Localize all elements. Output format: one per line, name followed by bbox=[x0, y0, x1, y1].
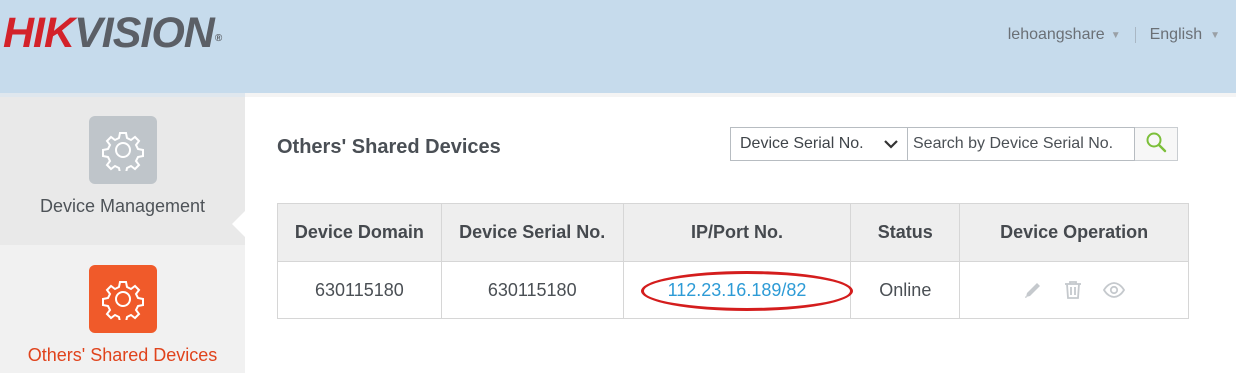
column-header-status: Status bbox=[850, 203, 961, 262]
user-menu: lehoangshare ▼ English ▼ bbox=[1008, 26, 1220, 44]
registered-mark: ® bbox=[214, 33, 222, 44]
sidebar-item-device-management[interactable]: Device Management bbox=[0, 116, 245, 246]
username-dropdown[interactable]: lehoangshare bbox=[1008, 26, 1105, 44]
caret-down-icon[interactable]: ▼ bbox=[1210, 30, 1220, 41]
view-icon[interactable] bbox=[1102, 279, 1126, 301]
search-filter-value: Device Serial No. bbox=[740, 135, 864, 152]
search-button[interactable] bbox=[1135, 127, 1178, 161]
column-header-device-operation: Device Operation bbox=[959, 203, 1189, 262]
column-header-ip-port: IP/Port No. bbox=[622, 203, 852, 262]
search-filter-dropdown[interactable]: Device Serial No. bbox=[730, 127, 907, 161]
operation-buttons bbox=[960, 279, 1188, 301]
table-header-row: Device Domain Device Serial No. IP/Port … bbox=[277, 203, 1189, 262]
page-title: Others' Shared Devices bbox=[277, 136, 501, 158]
column-header-device-domain: Device Domain bbox=[277, 203, 442, 262]
search-bar: Device Serial No. bbox=[730, 127, 1178, 161]
shared-devices-table: Device Domain Device Serial No. IP/Port … bbox=[277, 203, 1189, 319]
edit-icon[interactable] bbox=[1022, 279, 1044, 301]
caret-down-icon[interactable]: ▼ bbox=[1111, 30, 1121, 41]
ip-port-link[interactable]: 112.23.16.189/82 bbox=[668, 280, 807, 300]
cell-ip-port: 112.23.16.189/82 bbox=[622, 261, 853, 319]
search-icon bbox=[1145, 131, 1167, 158]
search-input[interactable] bbox=[907, 127, 1135, 161]
active-indicator bbox=[232, 210, 246, 238]
divider bbox=[1134, 27, 1136, 43]
cell-device-operation bbox=[959, 261, 1189, 319]
sidebar-item-label: Device Management bbox=[39, 196, 206, 216]
chevron-down-icon bbox=[883, 136, 899, 157]
gear-icon bbox=[88, 265, 157, 333]
sidebar-item-label: Others' Shared Devices bbox=[27, 345, 218, 365]
logo-text-hik: HIK bbox=[3, 9, 75, 57]
main-panel: Others' Shared Devices Device Serial No.… bbox=[245, 97, 1236, 373]
column-header-device-serial: Device Serial No. bbox=[440, 203, 624, 262]
sidebar-item-others-shared-devices[interactable]: Others' Shared Devices bbox=[0, 245, 245, 373]
hikvision-logo[interactable]: HIKVISION® bbox=[3, 8, 222, 58]
sidebar: Device Management Others' Shared Devices bbox=[0, 93, 245, 373]
language-dropdown[interactable]: English bbox=[1150, 26, 1202, 44]
cell-device-domain: 630115180 bbox=[277, 261, 442, 319]
delete-icon[interactable] bbox=[1062, 279, 1084, 301]
logo-text-vision: VISION bbox=[74, 9, 215, 57]
table-row: 630115180 630115180 112.23.16.189/82 Onl… bbox=[277, 261, 1189, 319]
top-header: HIKVISION® lehoangshare ▼ English ▼ bbox=[0, 0, 1236, 93]
status-badge: Online bbox=[850, 261, 961, 319]
gear-icon bbox=[88, 116, 157, 184]
cell-device-serial: 630115180 bbox=[440, 261, 624, 319]
